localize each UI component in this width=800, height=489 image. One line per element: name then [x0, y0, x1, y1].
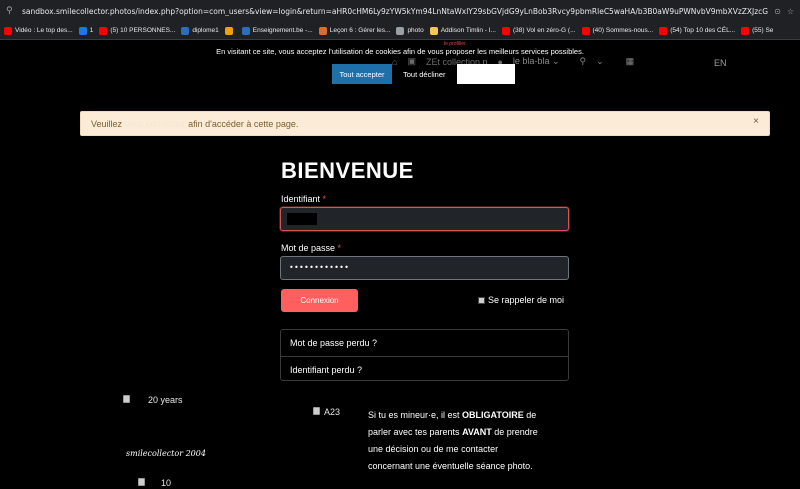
- nav-item-blabla[interactable]: le bla-bla ⌄: [513, 56, 560, 67]
- bookmark-label: 1: [89, 27, 94, 34]
- language-switch[interactable]: EN: [714, 58, 727, 68]
- username-label-text: Identifiant: [281, 194, 321, 204]
- bookmark-favicon-icon: [99, 26, 108, 35]
- bookmark-favicon-icon: [741, 26, 750, 35]
- bookmark-favicon-icon: [4, 26, 12, 35]
- password-label-text: Mot de passe: [281, 243, 336, 253]
- login-button[interactable]: Connexion: [281, 289, 358, 312]
- bookmark-favicon-icon: [429, 26, 438, 35]
- url-text[interactable]: sandbox.smilecollector.photos/index.php?…: [22, 7, 768, 16]
- bookmarks-bar: Vidéo : Le top des... 1 (5) 10 PERSONNES..…: [0, 22, 800, 40]
- bookmark-item[interactable]: (38) Vol en zéro-G (...: [502, 26, 576, 35]
- anniversary-image-alt: 20 years: [148, 395, 183, 405]
- badge-image-alt: 10: [161, 478, 172, 488]
- minor-text-bold-1: OBLIGATOIRE: [462, 410, 524, 420]
- account-help-links: Mot de passe perdu ? Identifiant perdu ?: [280, 329, 569, 381]
- tiny-label: le profilier: [444, 41, 466, 47]
- bookmark-label: Leçon 6 : Gérer les...: [329, 27, 391, 34]
- alert-suffix: afin d'accéder à cette page.: [188, 118, 299, 129]
- bookmark-favicon-icon: [659, 26, 668, 35]
- required-mark: *: [322, 194, 327, 204]
- bookmark-favicon-icon: [318, 26, 327, 35]
- bookmark-item[interactable]: (55) Se: [741, 26, 774, 35]
- bookmark-label: (5) 10 PERSONNES...: [110, 27, 176, 34]
- signature-text: smilecollector 2004: [126, 449, 206, 458]
- bookmark-favicon-icon: [581, 26, 590, 35]
- bookmark-favicon-icon: [78, 26, 87, 35]
- required-mark: *: [337, 243, 342, 253]
- password-value: ••••••••••••: [289, 263, 350, 272]
- remember-me-checkbox[interactable]: [478, 296, 485, 304]
- bookmark-item[interactable]: Leçon 6 : Gérer les...: [318, 26, 391, 35]
- age-rating-image-alt: A23: [324, 407, 341, 417]
- minor-text-1: Si tu es mineur·e, il est: [368, 410, 463, 420]
- broken-image-icon: [313, 407, 320, 415]
- minor-warning: Si tu es mineur·e, il est OBLIGATOIRE de…: [368, 407, 543, 475]
- anniversary-image: 20 years: [123, 395, 183, 405]
- page-title: BIENVENUE: [281, 158, 414, 183]
- cookie-actions: Tout accepter Tout décliner: [332, 64, 515, 84]
- cookie-banner-text: En visitant ce site, vous acceptez l'uti…: [216, 47, 584, 56]
- bookmark-item[interactable]: Addison Timlin - I...: [429, 26, 496, 35]
- bookmark-label: (40) Sommes-nous...: [592, 27, 654, 34]
- bookmark-item[interactable]: (40) Sommes-nous...: [581, 26, 654, 35]
- username-input[interactable]: [280, 207, 569, 231]
- login-link[interactable]: vous connecter: [125, 119, 186, 129]
- login-required-alert: Veuillez vous connecter afin d'accéder à…: [80, 111, 770, 136]
- page-content: En visitant ce site, vous acceptez l'uti…: [0, 40, 800, 489]
- redacted-button[interactable]: [456, 64, 515, 84]
- address-bar[interactable]: ⚲ sandbox.smilecollector.photos/index.ph…: [0, 0, 800, 22]
- forgot-username-link[interactable]: Identifiant perdu ?: [281, 356, 568, 382]
- minor-text-bold-2: AVANT: [462, 427, 492, 437]
- forgot-password-link[interactable]: Mot de passe perdu ?: [281, 330, 568, 356]
- search-icon[interactable]: ⚲: [580, 56, 587, 67]
- age-rating-image: A23: [313, 407, 340, 417]
- extension-icon[interactable]: ⊙: [774, 7, 781, 16]
- badge-image: 10: [138, 478, 171, 488]
- broken-image-icon: [138, 478, 145, 486]
- bookmark-item[interactable]: Vidéo : Le top des...: [4, 26, 73, 35]
- alert-prefix: Veuillez: [91, 118, 123, 129]
- bookmark-label: diplome1: [192, 27, 219, 34]
- nav-item-blabla-label: le bla-bla: [512, 56, 550, 66]
- bookmark-item[interactable]: photo: [396, 26, 424, 35]
- bookmark-item[interactable]: Enseignement.be -...: [241, 26, 313, 35]
- bookmark-label: Enseignement.be -...: [252, 27, 313, 34]
- alert-message: Veuillez vous connecter afin d'accéder à…: [91, 119, 298, 129]
- bookmark-item[interactable]: [224, 26, 236, 35]
- decline-cookies-button[interactable]: Tout décliner: [403, 70, 446, 79]
- remember-me[interactable]: Se rappeler de moi: [478, 295, 564, 305]
- bookmark-label: Vidéo : Le top des...: [15, 27, 73, 34]
- bookmark-label: (54) Top 10 des CÉL...: [670, 27, 736, 34]
- remember-me-label: Se rappeler de moi: [488, 295, 565, 305]
- bookmark-favicon-icon: [181, 26, 190, 35]
- bookmark-label: (38) Vol en zéro-G (...: [513, 27, 576, 34]
- chevron-down-icon: ⌄: [551, 56, 560, 66]
- password-label: Mot de passe *: [281, 243, 341, 253]
- bookmark-favicon-icon: [224, 26, 233, 35]
- broken-image-icon: [123, 395, 130, 403]
- bookmark-favicon-icon: [396, 26, 405, 35]
- bookmark-item[interactable]: diplome1: [181, 26, 219, 35]
- bookmark-favicon-icon: [241, 26, 250, 35]
- bookmark-star-icon[interactable]: ☆: [787, 7, 794, 16]
- password-input[interactable]: ••••••••••••: [280, 256, 569, 280]
- bookmark-item[interactable]: (54) Top 10 des CÉL...: [659, 26, 736, 35]
- cookie-banner: En visitant ce site, vous acceptez l'uti…: [0, 40, 800, 56]
- accept-cookies-button[interactable]: Tout accepter: [332, 64, 392, 84]
- close-icon[interactable]: ×: [753, 116, 759, 127]
- site-info-icon[interactable]: ⚲: [6, 6, 16, 16]
- username-label: Identifiant *: [281, 194, 326, 204]
- bookmark-favicon-icon: [502, 26, 510, 35]
- redacted-username: [287, 213, 317, 225]
- bookmark-label: Addison Timlin - I...: [440, 27, 496, 34]
- chevron-down-icon[interactable]: ⌄: [596, 56, 604, 67]
- bookmark-item[interactable]: (5) 10 PERSONNES...: [99, 26, 176, 35]
- bookmark-label: (55) Se: [752, 27, 774, 34]
- bookmark-item[interactable]: 1: [78, 26, 94, 35]
- grid-icon[interactable]: ▦: [626, 56, 635, 67]
- bookmark-label: photo: [407, 27, 424, 34]
